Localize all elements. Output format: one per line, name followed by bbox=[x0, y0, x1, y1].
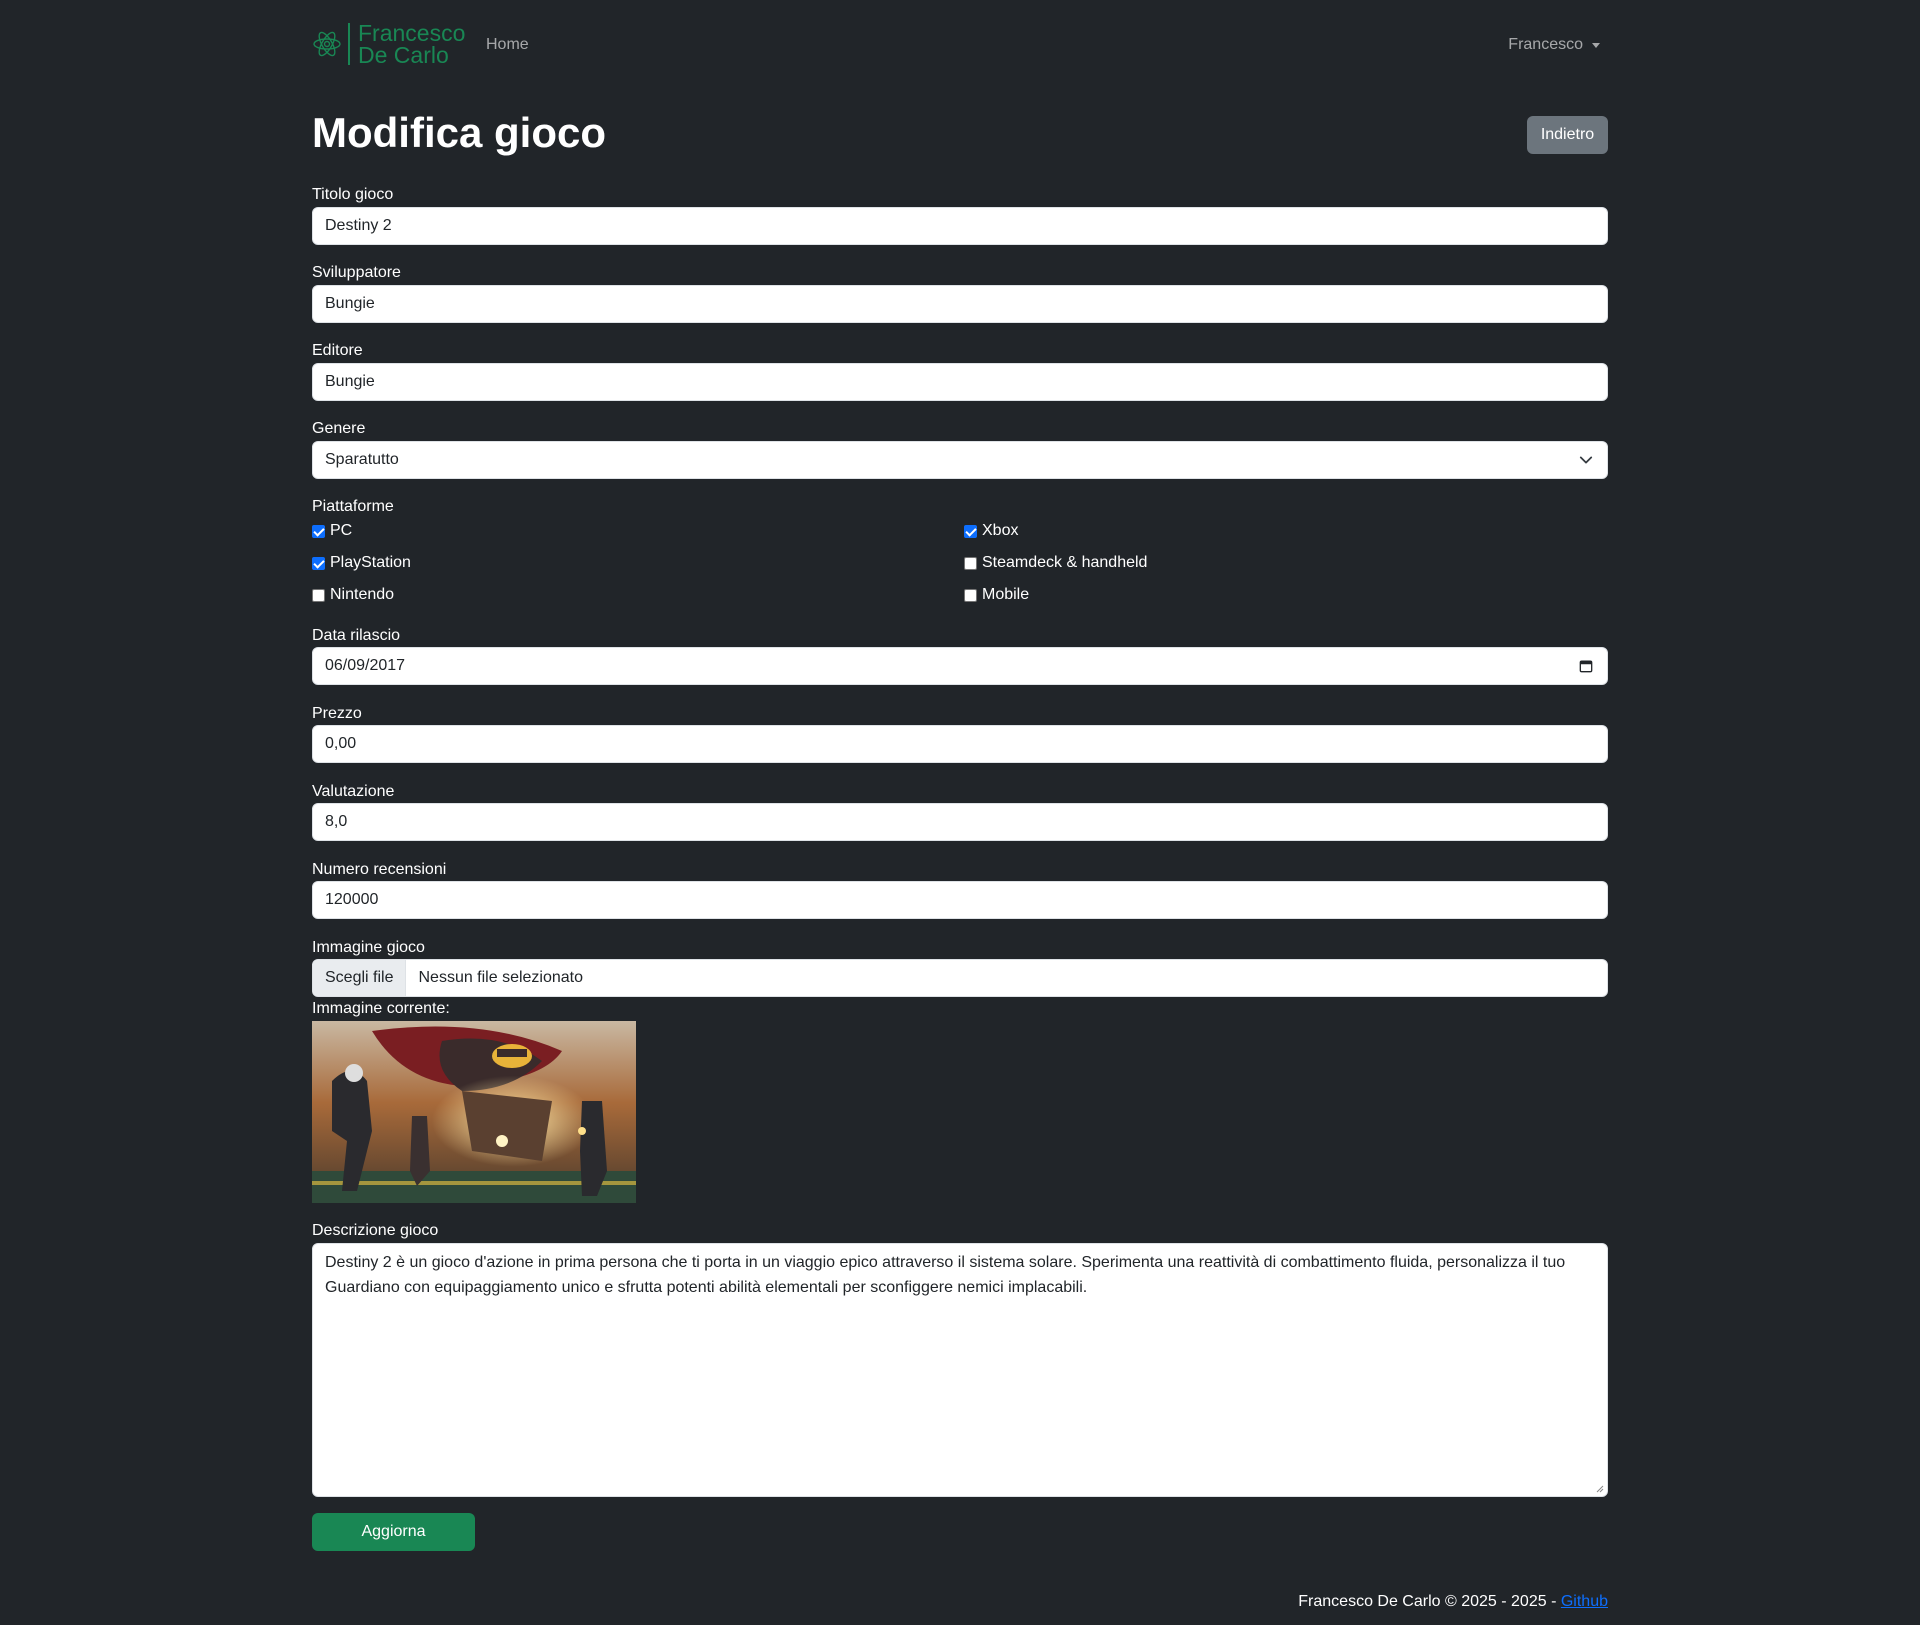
price-label: Prezzo bbox=[312, 705, 362, 722]
current-image-label: Immagine corrente: bbox=[312, 1000, 450, 1017]
current-game-image bbox=[312, 1021, 636, 1203]
publisher-input[interactable]: Bungie bbox=[312, 363, 1608, 401]
file-status: Nessun file selezionato bbox=[418, 969, 584, 986]
genre-select[interactable]: Sparatutto bbox=[312, 441, 1608, 479]
game-screenshot-image bbox=[312, 1021, 636, 1203]
chevron-down-icon bbox=[1579, 456, 1593, 464]
reviews-input[interactable]: 120000 bbox=[312, 881, 1608, 919]
brand[interactable]: Francesco De Carlo bbox=[312, 20, 466, 68]
rating-input[interactable]: 8,0 bbox=[312, 803, 1608, 841]
footer-text: Francesco De Carlo © 2025 - 2025 - bbox=[1298, 1593, 1557, 1610]
platform-checkbox-mobile[interactable]: Mobile bbox=[964, 586, 1029, 604]
reviews-value: 120000 bbox=[325, 891, 379, 908]
rating-label: Valutazione bbox=[312, 783, 395, 800]
checkbox-unchecked-icon bbox=[312, 588, 325, 602]
resize-handle-icon[interactable] bbox=[1596, 1485, 1604, 1493]
developer-input[interactable]: Bungie bbox=[312, 285, 1608, 323]
nav-home-link[interactable]: Home bbox=[486, 36, 529, 54]
back-button[interactable]: Indietro bbox=[1527, 116, 1608, 154]
platform-checkbox-nintendo[interactable]: Nintendo bbox=[312, 586, 394, 604]
reviews-label: Numero recensioni bbox=[312, 861, 447, 878]
price-input[interactable]: 0,00 bbox=[312, 725, 1608, 763]
brand-line2: De Carlo bbox=[358, 42, 449, 68]
checkbox-unchecked-icon bbox=[964, 588, 977, 602]
description-value: Destiny 2 è un gioco d'azione in prima p… bbox=[325, 1254, 1566, 1296]
platform-checkbox-steamdeck[interactable]: Steamdeck & handheld bbox=[964, 554, 1147, 572]
platforms-label: Piattaforme bbox=[312, 498, 394, 515]
release-date-label: Data rilascio bbox=[312, 627, 401, 644]
checkbox-checked-icon bbox=[312, 556, 325, 570]
platform-label: Steamdeck & handheld bbox=[982, 554, 1148, 571]
platform-label: Xbox bbox=[982, 522, 1019, 539]
platform-checkbox-playstation[interactable]: PlayStation bbox=[312, 554, 411, 572]
description-label: Descrizione gioco bbox=[312, 1222, 439, 1239]
title-input[interactable]: Destiny 2 bbox=[312, 207, 1608, 245]
atom-logo-icon bbox=[313, 31, 341, 57]
brand-divider bbox=[348, 23, 350, 65]
update-button[interactable]: Aggiorna bbox=[312, 1513, 475, 1551]
footer: Francesco De Carlo © 2025 - 2025 - Githu… bbox=[1298, 1593, 1608, 1611]
page-title: Modifica gioco bbox=[312, 109, 606, 156]
platform-label: Nintendo bbox=[330, 586, 395, 603]
description-textarea[interactable]: Destiny 2 è un gioco d'azione in prima p… bbox=[312, 1243, 1608, 1497]
platform-label: PlayStation bbox=[330, 554, 411, 571]
brand-name: Francesco De Carlo bbox=[358, 20, 466, 68]
platform-checkbox-xbox[interactable]: Xbox bbox=[964, 522, 1018, 540]
brand-line1: Francesco bbox=[358, 20, 466, 46]
checkbox-unchecked-icon bbox=[964, 556, 977, 570]
developer-label: Sviluppatore bbox=[312, 264, 401, 281]
title-label: Titolo gioco bbox=[312, 186, 394, 203]
user-dropdown[interactable]: Francesco bbox=[1508, 36, 1600, 54]
rating-value: 8,0 bbox=[325, 813, 348, 830]
developer-value: Bungie bbox=[325, 295, 375, 312]
title-value: Destiny 2 bbox=[325, 217, 392, 234]
checkbox-checked-icon bbox=[964, 524, 977, 538]
caret-down-icon bbox=[1592, 42, 1600, 48]
publisher-value: Bungie bbox=[325, 373, 375, 390]
navbar: Francesco De Carlo Home Francesco bbox=[312, 0, 1608, 94]
image-label: Immagine gioco bbox=[312, 939, 425, 956]
platform-label: Mobile bbox=[982, 586, 1030, 603]
user-name: Francesco bbox=[1508, 36, 1583, 53]
release-date-value: 06/09/2017 bbox=[325, 657, 406, 674]
platform-checkbox-pc[interactable]: PC bbox=[312, 522, 352, 540]
checkbox-checked-icon bbox=[312, 524, 325, 538]
release-date-input[interactable]: 06/09/2017 bbox=[312, 647, 1608, 685]
genre-value: Sparatutto bbox=[325, 451, 399, 468]
platform-label: PC bbox=[330, 522, 353, 539]
github-link[interactable]: Github bbox=[1561, 1593, 1608, 1610]
genre-label: Genere bbox=[312, 420, 366, 437]
publisher-label: Editore bbox=[312, 342, 363, 359]
image-file-input[interactable]: Scegli file Nessun file selezionato bbox=[312, 959, 1608, 997]
choose-file-button[interactable]: Scegli file bbox=[313, 960, 407, 996]
price-value: 0,00 bbox=[325, 735, 357, 752]
calendar-icon[interactable] bbox=[1579, 659, 1593, 673]
